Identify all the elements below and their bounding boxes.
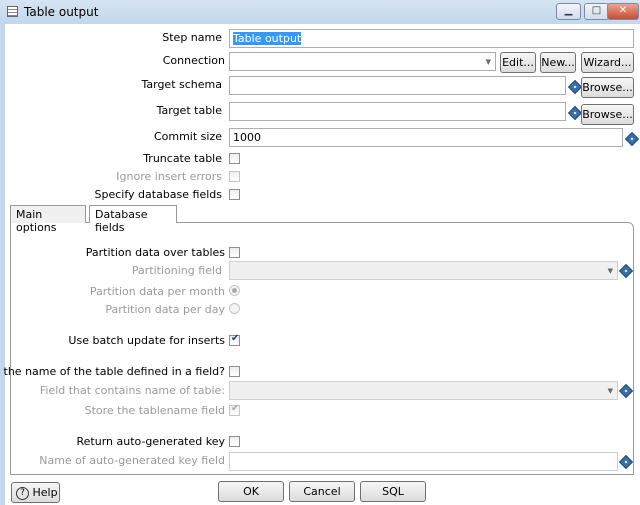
- partition-over-tables-label: Partition data over tables: [85, 246, 225, 259]
- truncate-table-checkbox[interactable]: [229, 153, 240, 164]
- help-button[interactable]: ? Help: [11, 482, 60, 503]
- partition-over-tables-checkbox[interactable]: [229, 247, 240, 258]
- maximize-button[interactable]: □: [584, 3, 609, 20]
- step-name-input[interactable]: Table output: [229, 29, 634, 48]
- store-tablename-label: Store the tablename field: [84, 404, 225, 417]
- cancel-button[interactable]: Cancel: [289, 481, 355, 502]
- specify-db-fields-label: Specify database fields: [94, 188, 222, 201]
- step-name-value: Table output: [233, 32, 302, 45]
- close-button[interactable]: ✕: [607, 3, 639, 20]
- minimize-button[interactable]: ▁: [556, 3, 581, 20]
- target-table-input[interactable]: [229, 102, 566, 121]
- batch-update-label: Use batch update for inserts: [68, 334, 225, 347]
- connection-select[interactable]: ▼: [229, 52, 496, 71]
- target-schema-input[interactable]: [229, 76, 566, 95]
- batch-update-checkbox[interactable]: ✔: [229, 333, 240, 346]
- per-month-radio[interactable]: [229, 285, 240, 296]
- new-connection-button[interactable]: New...: [540, 52, 576, 73]
- specify-db-fields-checkbox[interactable]: [229, 189, 240, 200]
- window-title: Table output: [24, 5, 99, 19]
- check-icon: ✔: [231, 403, 240, 414]
- ignore-insert-errors-checkbox[interactable]: [229, 171, 240, 182]
- chevron-down-icon: ▼: [485, 58, 491, 66]
- table-icon: [7, 6, 18, 17]
- per-month-label: Partition data per month: [89, 285, 225, 298]
- edit-connection-button[interactable]: Edit...: [500, 52, 536, 73]
- commit-size-input[interactable]: 1000: [229, 128, 623, 147]
- title-bar: Table output ▁ □ ✕: [0, 0, 640, 24]
- per-day-label: Partition data per day: [105, 303, 225, 316]
- partitioning-field-select[interactable]: ▼: [229, 261, 618, 280]
- tab-main-options[interactable]: Main options: [10, 205, 86, 234]
- field-with-table-name-label: Field that contains name of table:: [39, 384, 225, 397]
- partitioning-field-label: Partitioning field: [131, 264, 222, 277]
- name-in-field-checkbox[interactable]: [229, 366, 240, 377]
- step-name-label: Step name: [162, 31, 222, 44]
- field-with-table-name-select[interactable]: ▼: [229, 381, 618, 400]
- browse-table-button[interactable]: Browse...: [581, 104, 634, 125]
- return-key-label: Return auto-generated key: [76, 435, 226, 448]
- chevron-down-icon: ▼: [607, 387, 613, 395]
- dollar-diamond-icon[interactable]: [624, 131, 640, 147]
- ignore-insert-errors-label: Ignore insert errors: [116, 170, 222, 183]
- ok-button[interactable]: OK: [218, 481, 284, 502]
- help-label: Help: [32, 486, 58, 499]
- connection-label: Connection: [162, 54, 225, 67]
- browse-schema-button[interactable]: Browse...: [581, 77, 634, 98]
- dollar-diamond-icon[interactable]: [567, 79, 583, 95]
- dollar-diamond-icon[interactable]: [567, 105, 583, 121]
- wizard-button[interactable]: Wizard...: [581, 52, 634, 73]
- key-field-name-input[interactable]: [229, 452, 618, 471]
- key-field-name-label: Name of auto-generated key field: [39, 454, 225, 467]
- target-table-label: Target table: [156, 104, 222, 117]
- dialog-window: Table output ▁ □ ✕ Step name Table outpu…: [0, 0, 640, 505]
- sql-button[interactable]: SQL: [360, 481, 426, 502]
- return-key-checkbox[interactable]: [229, 436, 240, 447]
- question-circle-icon: ?: [16, 486, 29, 500]
- chevron-down-icon: ▼: [607, 267, 613, 275]
- truncate-table-label: Truncate table: [143, 152, 222, 165]
- name-in-field-label: Is the name of the table defined in a fi…: [0, 365, 225, 378]
- per-day-radio[interactable]: [229, 303, 240, 314]
- target-schema-label: Target schema: [141, 78, 222, 91]
- dialog-body: Step name Table output Connection ▼ Edit…: [0, 24, 640, 505]
- radio-dot: [232, 288, 237, 293]
- check-icon: ✔: [231, 333, 240, 344]
- tab-database-fields[interactable]: Database fields: [89, 205, 177, 234]
- commit-size-label: Commit size: [153, 130, 222, 143]
- store-tablename-checkbox[interactable]: ✔: [229, 403, 240, 416]
